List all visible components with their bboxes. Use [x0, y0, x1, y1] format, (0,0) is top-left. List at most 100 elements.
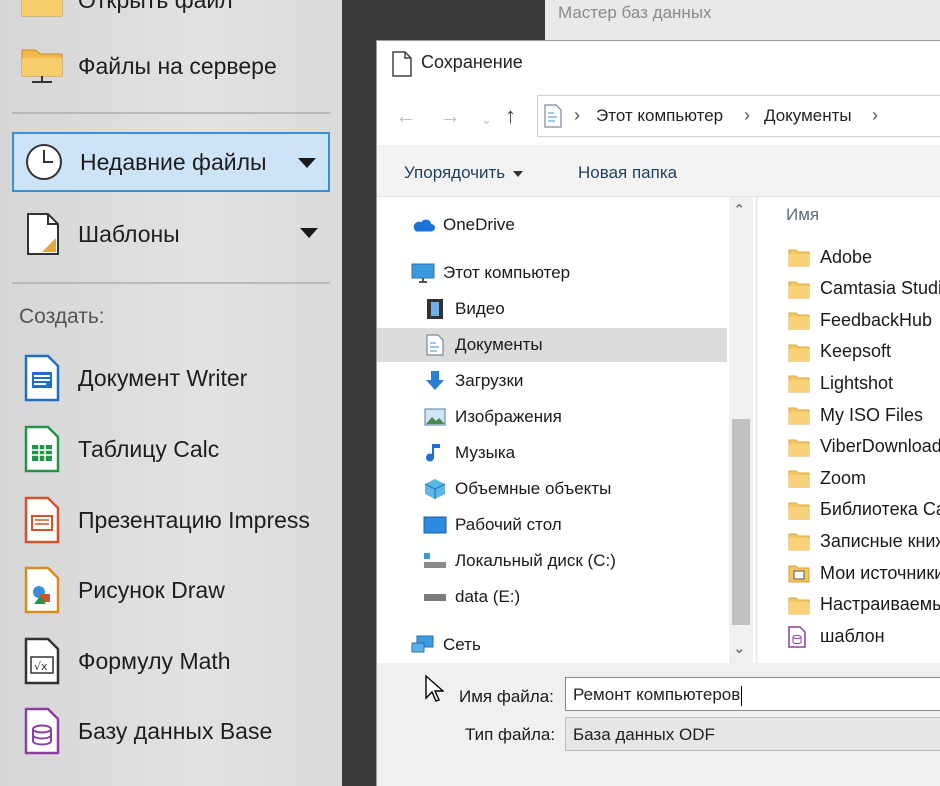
breadcrumb-documents[interactable]: Документы [764, 106, 852, 126]
breadcrumb-separator-icon[interactable]: › [744, 105, 750, 126]
file-name: Записные книж [820, 530, 940, 551]
file-list-item[interactable]: Мои источники [788, 559, 940, 587]
recent-files-button[interactable]: Недавние файлы [12, 132, 330, 192]
file-list-item[interactable]: Keepsoft [788, 338, 940, 366]
onedrive-icon [411, 213, 435, 237]
calc-icon [18, 425, 66, 473]
computer-icon [411, 261, 435, 285]
nav-item-drive-c[interactable]: Локальный диск (C:) [377, 544, 727, 578]
open-file-button[interactable]: Открыть файл [12, 0, 330, 30]
file-list-item[interactable]: Zoom [788, 464, 940, 492]
save-dialog: Сохранение ← → ⌄ ↑ › Этот компьютер › До… [376, 40, 940, 786]
breadcrumb-this-pc[interactable]: Этот компьютер [596, 106, 723, 126]
file-list-item[interactable]: Настраиваемы [788, 591, 940, 619]
file-name: Camtasia Studio [820, 278, 940, 299]
writer-label: Документ Writer [78, 364, 248, 391]
mouse-pointer-icon [425, 674, 444, 702]
file-list-item[interactable]: Библиотека Ca [788, 496, 940, 524]
folder-icon [788, 342, 810, 362]
file-list-item[interactable]: ViberDownloads [788, 433, 940, 461]
remote-files-button[interactable]: Файлы на сервере [12, 36, 330, 96]
nav-item-this-pc[interactable]: Этот компьютер [377, 256, 727, 290]
create-heading: Создать: [19, 305, 105, 328]
nav-item-documents[interactable]: Документы [377, 328, 727, 362]
address-bar[interactable]: › Этот компьютер › Документы › [537, 95, 940, 137]
documents-icon [544, 104, 562, 133]
math-icon: √x [18, 637, 66, 685]
new-folder-button[interactable]: Новая папка [578, 163, 677, 183]
breadcrumb-separator-icon[interactable]: › [872, 105, 878, 126]
nav-item-pictures[interactable]: Изображения [377, 400, 727, 434]
forward-arrow-icon[interactable]: → [439, 105, 461, 127]
dialog-titlebar[interactable]: Сохранение [377, 41, 940, 87]
create-base-database[interactable]: Базу данных Base [12, 701, 330, 761]
breadcrumb-separator-icon: › [574, 105, 580, 125]
file-list-item[interactable]: Camtasia Studio [788, 275, 940, 303]
filetype-select[interactable]: База данных ODF [565, 717, 940, 751]
filetype-value: База данных ODF [573, 725, 715, 744]
video-icon [423, 297, 447, 321]
folder-icon [788, 247, 810, 267]
scrollbar-thumb[interactable] [732, 419, 750, 625]
chevron-down-icon[interactable] [298, 158, 316, 168]
recent-locations-chevron-icon[interactable]: ⌄ [481, 109, 492, 131]
base-label: Базу данных Base [78, 717, 273, 744]
nav-item-downloads[interactable]: Загрузки [377, 364, 727, 398]
up-arrow-icon[interactable]: ↑ [505, 105, 516, 127]
music-icon [423, 441, 447, 465]
organize-label: Упорядочить [404, 163, 506, 182]
file-list-item[interactable]: Lightshot [788, 369, 940, 397]
create-calc-spreadsheet[interactable]: Таблицу Calc [12, 419, 330, 479]
nav-item-desktop[interactable]: Рабочий стол [377, 508, 727, 542]
server-folder-icon [18, 42, 66, 90]
nav-item-video[interactable]: Видео [377, 292, 727, 326]
filename-input[interactable]: Ремонт компьютеров [565, 677, 940, 711]
nav-item-label: OneDrive [443, 215, 515, 234]
nav-item-music[interactable]: Музыка [377, 436, 727, 470]
base-file-icon [788, 626, 810, 648]
folder-icon [788, 595, 810, 615]
nav-item-label: Загрузки [455, 371, 524, 390]
nav-item-drive-e[interactable]: data (E:) [377, 580, 727, 614]
chevron-down-icon[interactable] [300, 228, 318, 238]
file-name: Adobe [820, 246, 873, 267]
scroll-up-icon[interactable]: ⌃ [733, 201, 746, 219]
nav-item-network[interactable]: Сеть [377, 628, 727, 662]
file-name: шаблон [820, 625, 885, 646]
organize-button[interactable]: Упорядочить [404, 163, 524, 183]
nav-item-3d-objects[interactable]: Объемные объекты [377, 472, 727, 506]
file-list-item[interactable]: My ISO Files [788, 401, 940, 429]
file-name: Настраиваемы [820, 594, 940, 615]
folder-icon [788, 531, 810, 551]
downloads-icon [423, 369, 447, 393]
nav-item-onedrive[interactable]: OneDrive [377, 208, 727, 242]
nav-item-label: Музыка [455, 443, 516, 462]
file-list-item[interactable]: шаблон [788, 622, 940, 650]
file-list-item[interactable]: Adobe [788, 243, 940, 271]
create-draw-drawing[interactable]: Рисунок Draw [12, 560, 330, 620]
template-icon [18, 210, 66, 258]
nav-item-label: Сеть [443, 635, 481, 654]
column-header-name[interactable]: Имя [786, 205, 819, 225]
pictures-icon [423, 405, 447, 429]
file-list-item[interactable]: FeedbackHub [788, 306, 940, 334]
back-arrow-icon[interactable]: ← [395, 105, 417, 127]
folder-icon [788, 405, 810, 425]
draw-label: Рисунок Draw [78, 576, 225, 603]
file-name: Мои источники [820, 562, 940, 583]
create-impress-presentation[interactable]: Презентацию Impress [12, 490, 330, 550]
scroll-down-icon[interactable]: ⌄ [733, 639, 746, 657]
remote-files-label: Файлы на сервере [78, 52, 277, 79]
folder-icon [788, 437, 810, 457]
templates-button[interactable]: Шаблоны [12, 204, 330, 264]
folder-icon [788, 500, 810, 520]
nav-item-label: Объемные объекты [455, 479, 612, 498]
recent-files-label: Недавние файлы [80, 148, 267, 175]
file-list-item[interactable]: Записные книж [788, 527, 940, 555]
create-math-formula[interactable]: √x Формулу Math [12, 631, 330, 691]
navigation-pane: OneDrive Этот компьютер Видео Документы … [377, 197, 755, 663]
special-folder-icon [788, 563, 810, 583]
create-writer-document[interactable]: Документ Writer [12, 348, 330, 408]
file-name: Zoom [820, 467, 867, 488]
nav-scrollbar[interactable]: ⌃ ⌄ [729, 197, 753, 663]
